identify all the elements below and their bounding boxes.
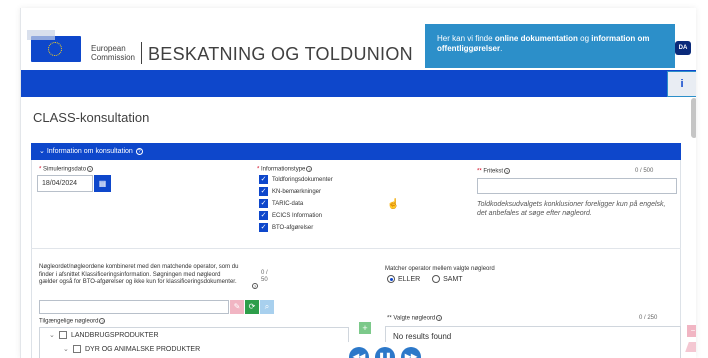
keyword-search-input[interactable] [39, 300, 229, 314]
free-text-note: Toldkodeksudvalgets konklusioner forelig… [477, 201, 666, 217]
page-title: CLASS-konsultation [33, 110, 150, 125]
free-text-counter: 0 / 500 [635, 168, 654, 174]
operator-radio-group: ELLER SAMT [387, 275, 463, 283]
nav-bar [21, 70, 696, 97]
checkbox-checked-icon: ✓ [259, 199, 268, 208]
question-icon: ? [504, 168, 511, 174]
tree-item[interactable]: ⌄ LANDBRUGSPRODUKTER [49, 331, 159, 340]
checkbox-checked-icon: ✓ [259, 187, 268, 196]
remove-keyword-button[interactable]: − [687, 325, 696, 337]
brand-line2: Commission [91, 53, 136, 62]
simulation-date-input[interactable]: 18/04/2024 [37, 175, 93, 192]
ec-logo[interactable] [27, 30, 81, 62]
bubble-link-docs[interactable]: online dokumentation [495, 34, 578, 43]
question-icon: ? [99, 318, 106, 324]
eu-stars-icon [48, 42, 62, 56]
question-icon[interactable]: ? [251, 277, 258, 295]
checkbox-kn[interactable]: ✓ KN-bemærkninger [259, 187, 321, 197]
tree-item[interactable]: ⌄ DYR OG ANIMALSKE PRODUKTER [63, 345, 200, 354]
search-icon[interactable]: ⌕ [260, 300, 274, 314]
logo-shadow [27, 30, 55, 40]
radio-selected-icon [387, 275, 395, 283]
site-title: BESKATNING OG TOLDUNION [148, 44, 413, 64]
refresh-icon[interactable]: ⟳ [245, 300, 259, 314]
radio-samt[interactable]: SAMT [432, 275, 463, 283]
no-results-text: No results found [393, 332, 452, 341]
checkbox-ecics[interactable]: ✓ ECICS Information [259, 211, 322, 221]
selected-keywords-label: ** Valgte nøgleord? [387, 315, 443, 322]
hand-cursor-icon: ☝ [387, 199, 400, 210]
header-separator [141, 42, 142, 64]
ec-brand-text: European Commission [91, 44, 135, 62]
chevron-down-icon: ⌄ [63, 346, 69, 353]
selected-keywords-counter: 0 / 250 [639, 315, 658, 321]
keyword-counter: 0 /50 [261, 270, 268, 283]
free-text-input[interactable] [477, 178, 677, 194]
information-type-label: * Informationstype? [257, 166, 313, 173]
help-info-bubble: Her kan vi finde online dokumentation og… [425, 24, 675, 68]
radio-eller[interactable]: ELLER [387, 275, 420, 283]
add-keyword-button[interactable]: + [359, 322, 371, 334]
checkbox-taric[interactable]: ✓ TARIC-data [259, 199, 303, 209]
question-icon: ? [306, 166, 313, 172]
chevron-down-icon: ⌄ [49, 332, 55, 339]
info-button[interactable]: i [667, 71, 696, 97]
eraser-icon[interactable] [685, 342, 696, 352]
language-selector[interactable]: DA [675, 41, 691, 55]
checkbox-toldforing[interactable]: ✓ Toldforingsdokumenter [259, 175, 333, 185]
checkbox-checked-icon: ✓ [259, 175, 268, 184]
question-icon: ? [87, 166, 94, 172]
checkbox-checked-icon: ✓ [259, 223, 268, 232]
scrollbar-thumb[interactable] [691, 98, 696, 138]
question-icon[interactable]: ? [135, 147, 143, 155]
free-text-label: ** Fritekst? [477, 168, 511, 175]
section-header[interactable]: ⌄ Information om konsultation? [31, 143, 681, 160]
operator-label: Matcher operator mellem valgte nøgleord [385, 266, 495, 272]
keyword-description: Nøgleordet/nøgleordene kombineret med de… [39, 264, 239, 285]
checkbox-bto[interactable]: ✓ BTO-afgørelser [259, 223, 313, 233]
section-title: Information om konsultation [46, 148, 133, 155]
bubble-text: og [577, 34, 592, 43]
radio-unselected-icon [432, 275, 441, 283]
chevron-down-icon: ⌄ [39, 148, 47, 155]
brand-line1: European [91, 44, 126, 53]
section-divider [31, 248, 681, 249]
bubble-text: Her kan vi finde [437, 34, 495, 43]
calendar-icon[interactable]: ▦ [94, 175, 111, 192]
eraser-icon[interactable]: ✎ [230, 300, 244, 314]
info-icon: i [680, 78, 684, 90]
app-window: European Commission BESKATNING OG TOLDUN… [20, 8, 696, 358]
checkbox-checked-icon: ✓ [259, 211, 268, 220]
available-keywords-label: Tilgængelige nøgleord? [39, 318, 106, 325]
question-icon: ? [436, 315, 443, 321]
simulation-date-label: * Simuleringsdato? [39, 166, 94, 173]
checkbox-icon [59, 331, 67, 340]
bubble-text: . [500, 44, 503, 53]
checkbox-icon [73, 345, 81, 354]
